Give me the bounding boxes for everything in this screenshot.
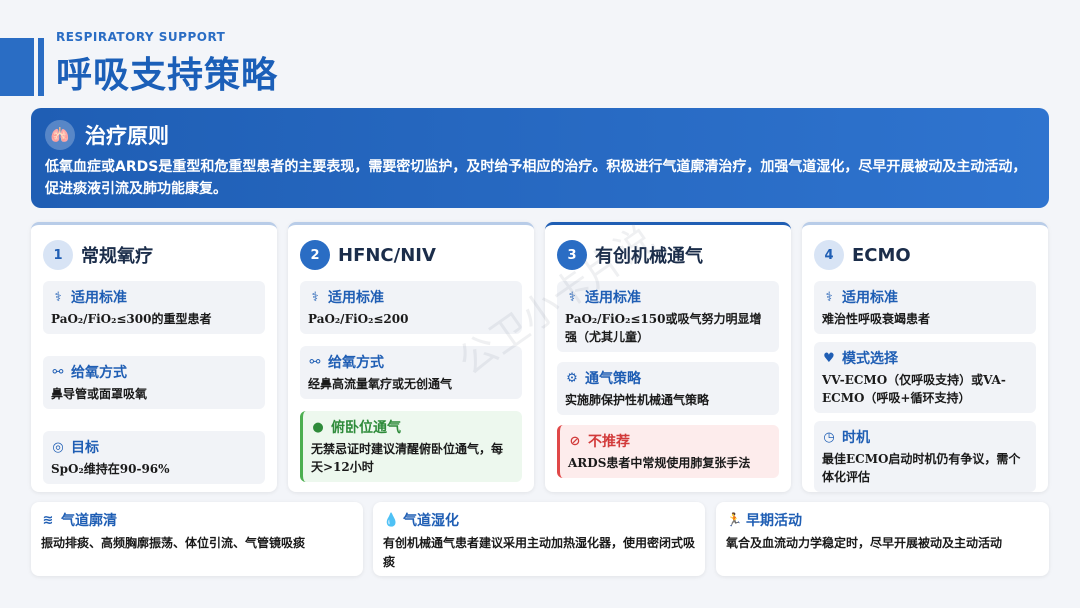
- card-title: HFNC/NIV: [338, 244, 436, 266]
- stethoscope-icon: ⚕: [825, 289, 833, 305]
- section-text: 最佳ECMO启动时机仍有争议，需个体化评估: [822, 452, 1021, 484]
- header-accent-bar: [0, 38, 34, 96]
- section-label: 俯卧位通气: [331, 420, 401, 436]
- card-section: ◷ 时机 最佳ECMO启动时机仍有争议，需个体化评估: [814, 421, 1036, 492]
- section-label: 适用标准: [71, 290, 127, 306]
- stethoscope-icon: ⚕: [311, 289, 319, 305]
- principle-text: 低氧血症或ARDS是重型和危重型患者的主要表现，需要密切监护，及时给予相应的治疗…: [45, 159, 1027, 197]
- header-accent-line: [38, 38, 44, 96]
- wind-icon: ≋: [42, 512, 54, 528]
- card-number: 1: [43, 240, 73, 270]
- principle-title: 治疗原则: [85, 124, 169, 148]
- page-title: 呼吸支持策略: [56, 55, 279, 96]
- card-section: ⚕ 适用标准 PaO₂/FiO₂≤300的重型患者: [43, 281, 265, 334]
- section-text: VV-ECMO（仅呼吸支持）或VA-ECMO（呼吸+循环支持）: [822, 373, 1006, 405]
- card-section: ⚕ 适用标准 难治性呼吸衰竭患者: [814, 281, 1036, 334]
- section-text: PaO₂/FiO₂≤150或吸气努力明显增强（尤其儿童）: [565, 312, 762, 344]
- section-text: ARDS患者中常规使用肺复张手法: [568, 456, 751, 470]
- section-label: 适用标准: [842, 290, 898, 306]
- droplet-icon: 💧: [383, 512, 400, 528]
- card-section: ◎ 目标 SpO₂维持在90-96%: [43, 431, 265, 484]
- principle-banner: 🫁 治疗原则 低氧血症或ARDS是重型和危重型患者的主要表现，需要密切监护，及时…: [31, 108, 1049, 208]
- card-number: 2: [300, 240, 330, 270]
- box-label: 气道湿化: [403, 513, 459, 529]
- section-text: SpO₂维持在90-96%: [51, 462, 170, 476]
- section-label: 不推荐: [588, 434, 630, 450]
- card-title: 常规氧疗: [81, 246, 153, 267]
- card-title: ECMO: [852, 244, 911, 266]
- card-number: 4: [814, 240, 844, 270]
- box-text: 有创机械通气患者建议采用主动加热湿化器，使用密闭式吸痰: [383, 536, 696, 569]
- section-label: 适用标准: [328, 290, 384, 306]
- link-icon: ⚯: [309, 354, 321, 370]
- page-subtitle: RESPIRATORY SUPPORT: [56, 30, 226, 44]
- box-label: 早期活动: [746, 513, 802, 529]
- heartbeat-icon: ♥: [823, 350, 835, 366]
- section-text: 鼻导管或面罩吸氧: [51, 387, 148, 401]
- box-label: 气道廓清: [61, 513, 117, 529]
- stethoscope-icon: ⚕: [54, 289, 62, 305]
- ban-icon: ⊘: [569, 433, 581, 449]
- section-label: 时机: [842, 430, 870, 446]
- box-early-activity: 🏃 早期活动 氧合及血流动力学稳定时，尽早开展被动及主动活动: [716, 502, 1049, 576]
- section-text: 实施肺保护性机械通气策略: [565, 393, 710, 407]
- card-ecmo: 4 ECMO ⚕ 适用标准 难治性呼吸衰竭患者 ♥ 模式选择 VV-ECMO（仅呼吸…: [802, 222, 1048, 492]
- section-label: 目标: [71, 440, 99, 456]
- running-icon: 🏃: [726, 512, 743, 528]
- section-text: PaO₂/FiO₂≤300的重型患者: [51, 312, 212, 326]
- card-section-highlight: ● 俯卧位通气 无禁忌证时建议清醒俯卧位通气，每天>12小时: [300, 411, 522, 482]
- section-text: 无禁忌证时建议清醒俯卧位通气，每天>12小时: [311, 442, 504, 474]
- card-section: ♥ 模式选择 VV-ECMO（仅呼吸支持）或VA-ECMO（呼吸+循环支持）: [814, 342, 1036, 413]
- box-airway-humidification: 💧 气道湿化 有创机械通气患者建议采用主动加热湿化器，使用密闭式吸痰: [373, 502, 705, 576]
- card-section: ⚯ 给氧方式 鼻导管或面罩吸氧: [43, 356, 265, 409]
- lungs-icon: 🫁: [45, 120, 75, 150]
- target-icon: ◎: [52, 439, 64, 455]
- card-conventional-oxygen: 1 常规氧疗 ⚕ 适用标准 PaO₂/FiO₂≤300的重型患者 ⚯ 给氧方式 鼻导…: [31, 222, 277, 492]
- section-label: 给氧方式: [71, 365, 127, 381]
- gear-icon: ⚙: [566, 370, 578, 386]
- card-section-warning: ⊘ 不推荐 ARDS患者中常规使用肺复张手法: [557, 425, 779, 478]
- box-text: 振动排痰、高频胸廓振荡、体位引流、气管镜吸痰: [41, 536, 306, 550]
- box-airway-clearance: ≋ 气道廓清 振动排痰、高频胸廓振荡、体位引流、气管镜吸痰: [31, 502, 363, 576]
- section-label: 模式选择: [842, 351, 898, 367]
- section-label: 通气策略: [585, 371, 641, 387]
- link-icon: ⚯: [52, 364, 64, 380]
- section-label: 给氧方式: [328, 355, 384, 371]
- section-text: 难治性呼吸衰竭患者: [822, 312, 931, 326]
- box-text: 氧合及血流动力学稳定时，尽早开展被动及主动活动: [726, 536, 1003, 550]
- clock-icon: ◷: [823, 429, 835, 445]
- card-section: ⚙ 通气策略 实施肺保护性机械通气策略: [557, 362, 779, 415]
- bulb-icon: ●: [312, 419, 324, 435]
